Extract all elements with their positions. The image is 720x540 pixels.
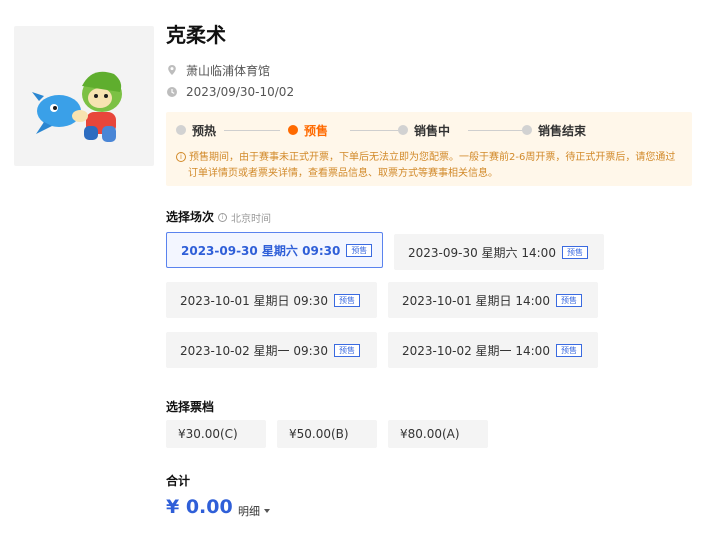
detail-label: 明细 bbox=[238, 505, 260, 518]
location-pin-icon bbox=[168, 65, 176, 75]
presale-tag: 预售 bbox=[333, 293, 360, 307]
session-text: 2023-09-30 星期六 14:00 bbox=[408, 245, 556, 260]
step-dot bbox=[288, 125, 298, 135]
presale-tag: 预售 bbox=[555, 343, 582, 357]
session-option[interactable]: 2023-10-01 星期日 09:30 预售 bbox=[166, 282, 377, 318]
step-presale: 预售 bbox=[288, 122, 328, 138]
sale-progress: 预热 预售 销售中 销售结束 bbox=[176, 122, 686, 138]
ticket-tier-option[interactable]: ¥30.00(C) bbox=[166, 420, 266, 448]
step-label: 销售结束 bbox=[538, 123, 587, 138]
session-option[interactable]: 2023-10-02 星期一 09:30 预售 bbox=[166, 332, 377, 368]
session-section-title: 选择场次 bbox=[166, 210, 215, 224]
progress-connector bbox=[468, 130, 526, 131]
sale-status-box: 预热 预售 销售中 销售结束 i 预售期间，由于赛事未正式开票，下单后无法立即为您… bbox=[166, 112, 692, 186]
presale-tag: 预售 bbox=[561, 245, 588, 259]
session-option[interactable]: 2023-10-02 星期一 14:00 预售 bbox=[388, 332, 598, 368]
step-label: 销售中 bbox=[414, 123, 451, 138]
ticket-tier-option[interactable]: ¥80.00(A) bbox=[388, 420, 488, 448]
step-label: 预售 bbox=[304, 123, 329, 138]
clock-icon bbox=[167, 87, 177, 97]
event-title: 克柔术 bbox=[166, 23, 226, 47]
ticket-tier-section-title: 选择票档 bbox=[166, 400, 215, 414]
price-detail-toggle[interactable]: 明细 bbox=[238, 503, 270, 519]
step-on-sale: 销售中 bbox=[398, 122, 450, 138]
step-warmup: 预热 bbox=[176, 122, 216, 138]
step-sale-ended: 销售结束 bbox=[522, 122, 586, 138]
ticket-tier-option[interactable]: ¥50.00(B) bbox=[277, 420, 377, 448]
session-text: 2023-10-01 星期日 14:00 bbox=[402, 293, 550, 308]
timezone-text: 北京时间 bbox=[231, 214, 271, 225]
notice-line-1: 预售期间，由于赛事未正式开票，下单后无法立即为您配票。一般于赛前2-6周开票，待… bbox=[189, 152, 676, 163]
step-dot bbox=[176, 125, 186, 135]
total-amount: ¥ 0.00 bbox=[166, 496, 233, 518]
session-option[interactable]: 2023-10-01 星期日 14:00 预售 bbox=[388, 282, 598, 318]
venue-row: 萧山临浦体育馆 bbox=[166, 62, 270, 78]
session-text: 2023-10-02 星期一 14:00 bbox=[402, 343, 550, 358]
session-text: 2023-10-01 星期日 09:30 bbox=[180, 293, 328, 308]
date-text: 2023/09/30-10/02 bbox=[186, 85, 295, 99]
venue-text: 萧山临浦体育馆 bbox=[186, 63, 271, 78]
session-option[interactable]: 2023-09-30 星期六 09:30 预售 bbox=[166, 232, 383, 268]
date-row: 2023/09/30-10/02 bbox=[166, 84, 294, 100]
info-icon: i bbox=[218, 213, 227, 222]
presale-tag: 预售 bbox=[346, 243, 373, 257]
session-text: 2023-10-02 星期一 09:30 bbox=[180, 343, 328, 358]
step-label: 预热 bbox=[192, 123, 217, 138]
presale-tag: 预售 bbox=[333, 343, 360, 357]
timezone-hint: i 北京时间 bbox=[218, 210, 271, 225]
step-dot bbox=[522, 125, 532, 135]
presale-tag: 预售 bbox=[555, 293, 582, 307]
total-label: 合计 bbox=[166, 474, 191, 488]
progress-connector bbox=[224, 130, 280, 131]
caret-down-icon bbox=[264, 509, 270, 513]
notice-line-2: 订单详情页或者票夹详情，查看票品信息、取票方式等赛事相关信息。 bbox=[188, 168, 498, 179]
step-dot bbox=[398, 125, 408, 135]
session-option[interactable]: 2023-09-30 星期六 14:00 预售 bbox=[394, 234, 604, 270]
info-icon: i bbox=[176, 152, 186, 162]
session-text: 2023-09-30 星期六 09:30 bbox=[181, 243, 341, 258]
progress-connector bbox=[350, 130, 400, 131]
event-poster bbox=[14, 26, 154, 166]
presale-notice: i 预售期间，由于赛事未正式开票，下单后无法立即为您配票。一般于赛前2-6周开票，… bbox=[176, 150, 686, 182]
mascot-illustration bbox=[32, 71, 122, 142]
